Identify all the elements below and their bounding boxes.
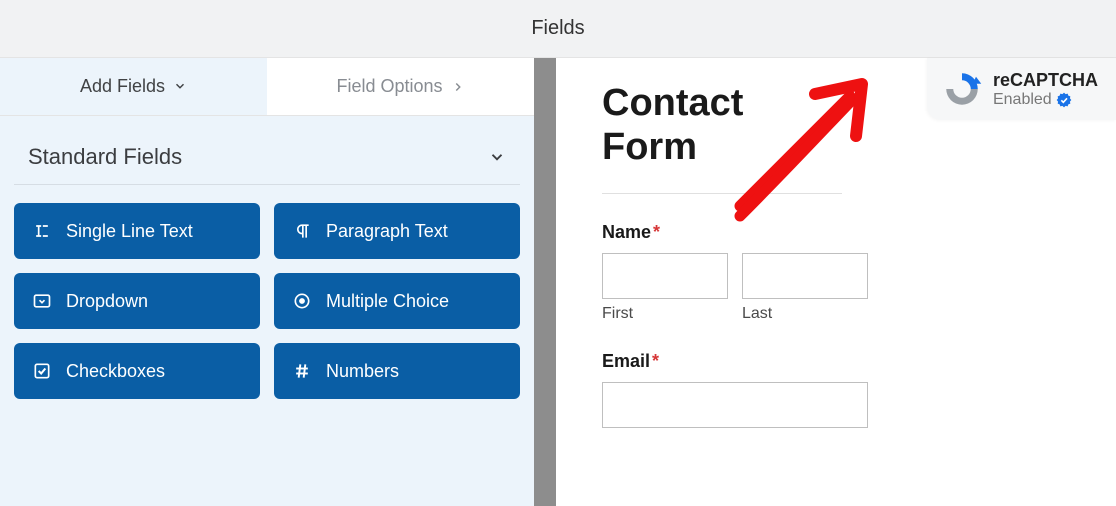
- tab-field-options[interactable]: Field Options: [267, 58, 534, 115]
- field-label: Multiple Choice: [326, 291, 449, 312]
- recaptcha-badge[interactable]: reCAPTCHA Enabled: [927, 58, 1116, 120]
- top-bar-title: Fields: [531, 17, 584, 40]
- last-name-sublabel: Last: [742, 305, 868, 323]
- hash-icon: [292, 361, 312, 381]
- sidebar: Add Fields Field Options Standard Fields…: [0, 58, 538, 506]
- dropdown-icon: [32, 291, 52, 311]
- top-bar: Fields: [0, 0, 1116, 58]
- first-name-sublabel: First: [602, 305, 728, 323]
- sidebar-tabs: Add Fields Field Options: [0, 58, 534, 116]
- checkbox-icon: [32, 361, 52, 381]
- chevron-right-icon: [451, 80, 465, 94]
- field-label: Dropdown: [66, 291, 148, 312]
- tab-label: Field Options: [336, 76, 442, 97]
- field-grid: Single Line Text Paragraph Text Dropdown…: [0, 185, 534, 417]
- field-dropdown[interactable]: Dropdown: [14, 273, 260, 329]
- section-header[interactable]: Standard Fields: [14, 116, 520, 185]
- form-title[interactable]: Contact Form: [602, 82, 842, 194]
- main-layout: Add Fields Field Options Standard Fields…: [0, 58, 1116, 506]
- text-cursor-icon: [32, 221, 52, 241]
- chevron-down-icon: [488, 148, 506, 166]
- preview-wrap: reCAPTCHA Enabled Contact Form Name*: [538, 58, 1116, 506]
- required-asterisk: *: [653, 222, 660, 242]
- name-row: First Last: [602, 253, 1070, 323]
- recaptcha-text: reCAPTCHA Enabled: [993, 70, 1098, 109]
- recaptcha-status: Enabled: [993, 91, 1052, 109]
- last-name-input[interactable]: [742, 253, 868, 299]
- field-single-line-text[interactable]: Single Line Text: [14, 203, 260, 259]
- radio-icon: [292, 291, 312, 311]
- required-asterisk: *: [652, 351, 659, 371]
- field-paragraph-text[interactable]: Paragraph Text: [274, 203, 520, 259]
- field-checkboxes[interactable]: Checkboxes: [14, 343, 260, 399]
- form-preview: reCAPTCHA Enabled Contact Form Name*: [556, 58, 1116, 506]
- recaptcha-title: reCAPTCHA: [993, 70, 1098, 91]
- email-label: Email*: [602, 351, 1070, 372]
- field-numbers[interactable]: Numbers: [274, 343, 520, 399]
- first-name-input[interactable]: [602, 253, 728, 299]
- section-title: Standard Fields: [28, 144, 182, 170]
- field-label: Numbers: [326, 361, 399, 382]
- paragraph-icon: [292, 221, 312, 241]
- field-label: Checkboxes: [66, 361, 165, 382]
- field-label: Paragraph Text: [326, 221, 448, 242]
- chevron-down-icon: [173, 79, 187, 93]
- tab-add-fields[interactable]: Add Fields: [0, 58, 267, 115]
- tab-label: Add Fields: [80, 76, 165, 97]
- verified-icon: [1056, 92, 1072, 108]
- field-label: Single Line Text: [66, 221, 193, 242]
- email-input[interactable]: [602, 382, 868, 428]
- name-label: Name*: [602, 222, 1070, 243]
- field-multiple-choice[interactable]: Multiple Choice: [274, 273, 520, 329]
- recaptcha-icon: [941, 68, 983, 110]
